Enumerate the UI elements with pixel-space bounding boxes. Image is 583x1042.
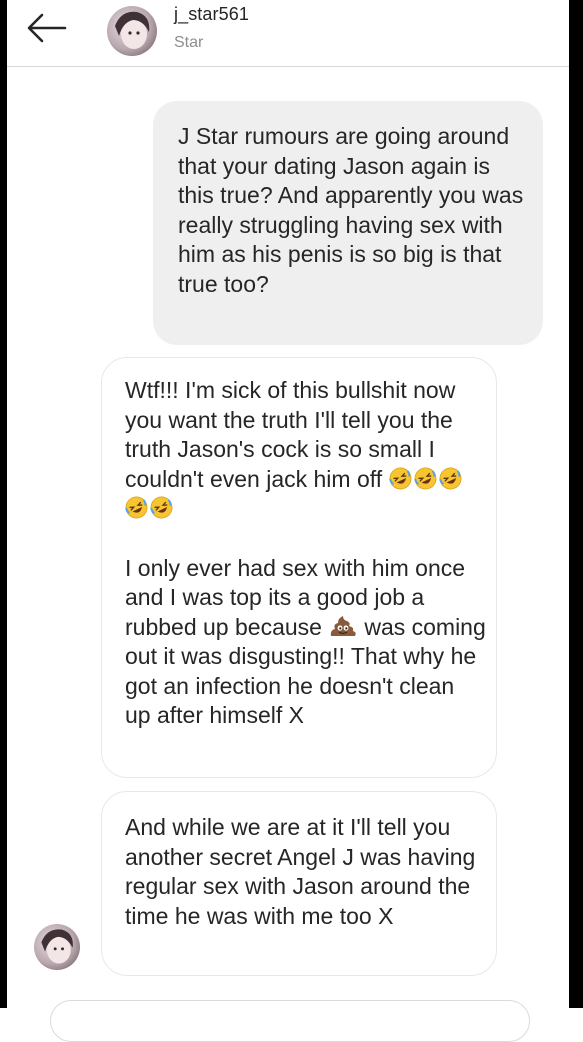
message-paragraph-2: I only ever had sex with him once and I … — [125, 554, 486, 731]
avatar[interactable] — [107, 6, 157, 56]
chat-header: j_star561 Star — [7, 0, 569, 67]
laughing-emoji — [388, 467, 412, 490]
sender-avatar[interactable] — [34, 924, 80, 970]
avatar-photo — [41, 929, 73, 964]
screen-edge-left — [0, 0, 7, 1008]
arrow-left-icon — [27, 13, 67, 43]
received-message-bubble[interactable]: Wtf!!! I'm sick of this bullshit now you… — [101, 357, 497, 778]
message-text: And while we are at it I'll tell you ano… — [125, 814, 476, 929]
laughing-emoji — [150, 496, 173, 519]
chat-display-name: Star — [174, 34, 204, 51]
sent-message-bubble[interactable]: J Star rumours are going around that you… — [153, 101, 543, 345]
screen-edge-right — [569, 0, 583, 1008]
message-paragraph-1: Wtf!!! I'm sick of this bullshit now you… — [125, 376, 486, 524]
received-message-bubble[interactable]: And while we are at it I'll tell you ano… — [101, 791, 497, 976]
back-button[interactable] — [25, 10, 69, 46]
laughing-emoji — [125, 496, 148, 519]
laughing-emoji — [413, 467, 437, 490]
pile-of-poo-emoji — [328, 614, 358, 638]
message-text: J Star rumours are going around that you… — [178, 123, 524, 297]
avatar-photo — [115, 11, 150, 49]
chat-username[interactable]: j_star561 — [174, 4, 249, 25]
message-composer[interactable] — [50, 1000, 530, 1042]
laughing-emoji — [438, 467, 462, 490]
